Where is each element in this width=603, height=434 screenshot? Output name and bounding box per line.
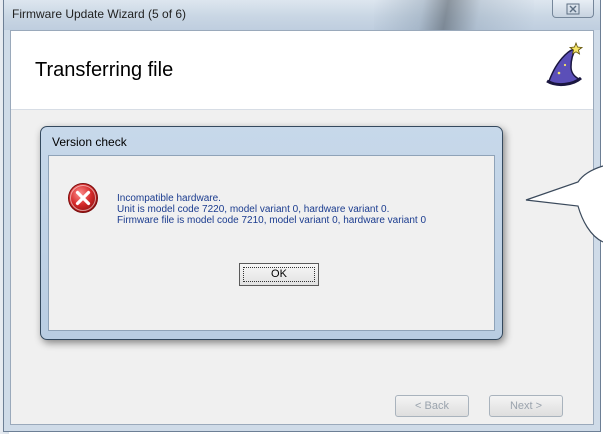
window-title: Firmware Update Wizard (5 of 6) [12, 7, 187, 21]
version-check-dialog: Version check Incompatible hardware. Uni… [40, 126, 503, 340]
next-button[interactable]: Next > [489, 395, 563, 417]
ok-button-label: OK [271, 268, 287, 280]
back-button[interactable]: < Back [395, 395, 469, 417]
callout-arrow [525, 165, 603, 243]
ok-button[interactable]: OK [239, 263, 319, 286]
wizard-hat-icon [546, 41, 584, 87]
message-line: Unit is model code 7220, model variant 0… [117, 204, 390, 215]
error-icon [68, 183, 98, 213]
error-message: Incompatible hardware. Unit is model cod… [117, 193, 426, 226]
page-title: Transferring file [35, 59, 174, 81]
titlebar-glass [374, 0, 534, 30]
message-line: Firmware file is model code 7210, model … [117, 215, 427, 226]
window-titlebar[interactable]: Firmware Update Wizard (5 of 6) [4, 0, 600, 30]
close-icon [566, 3, 580, 15]
close-button[interactable] [552, 0, 594, 18]
screen: Firmware Update Wizard (5 of 6) Transfer… [0, 0, 603, 434]
dialog-title: Version check [52, 135, 127, 149]
message-line: Incompatible hardware. [117, 193, 221, 204]
wizard-header: Transferring file [11, 31, 593, 110]
dialog-content: Incompatible hardware. Unit is model cod… [48, 155, 495, 331]
